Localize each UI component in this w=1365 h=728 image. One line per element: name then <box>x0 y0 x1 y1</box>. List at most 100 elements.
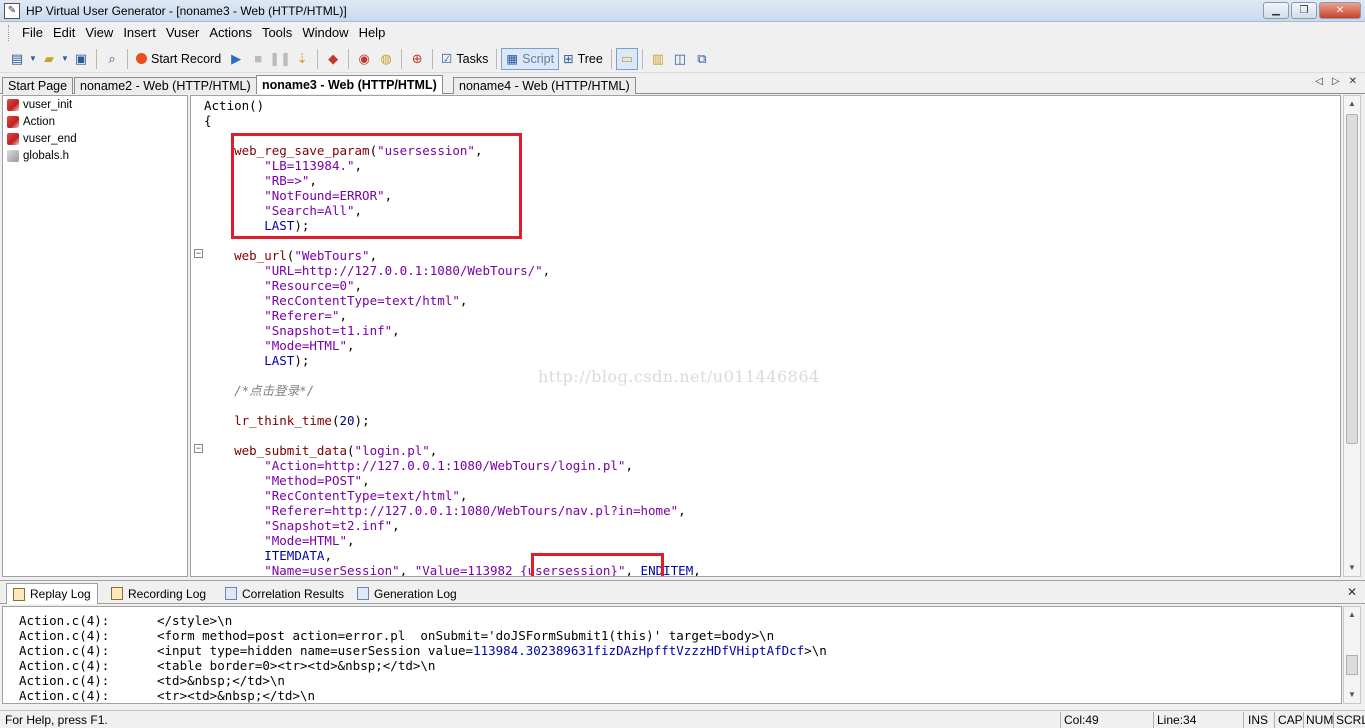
code-line: "RecContentType=text/html", <box>264 293 468 308</box>
scroll-down-icon[interactable]: ▼ <box>1344 560 1360 576</box>
start-record-button[interactable]: Start Record <box>132 48 225 70</box>
tree-item-action[interactable]: Action <box>3 113 187 130</box>
find-icon[interactable]: ⌕ <box>101 48 123 70</box>
tab-noname2[interactable]: noname2 - Web (HTTP/HTML) <box>74 77 257 94</box>
status-ins: INS <box>1248 713 1269 727</box>
open-folder-icon[interactable]: ▰ <box>38 48 60 70</box>
tree-item-label: vuser_end <box>23 132 77 145</box>
log-line: Action.c(4): <table border=0><tr><td>&nbs… <box>19 658 436 673</box>
new-script-icon[interactable]: ▤ <box>6 48 28 70</box>
tasks-icon: ☑ <box>441 52 453 66</box>
log-line: Action.c(4): <td>&nbsp;</td>\n <box>19 673 285 688</box>
compare-icon[interactable]: ◫ <box>669 48 691 70</box>
tab-start-page[interactable]: Start Page <box>2 77 74 94</box>
status-column: Col:49 <box>1064 713 1099 727</box>
scrollbar-thumb[interactable] <box>1346 655 1358 675</box>
status-cap: CAP <box>1278 713 1303 727</box>
scroll-up-icon[interactable]: ▲ <box>1344 607 1360 623</box>
menu-grip <box>8 25 11 41</box>
menu-view[interactable]: View <box>80 23 118 43</box>
code-line: LAST); <box>264 353 310 368</box>
code-line: "Snapshot=t1.inf", <box>264 323 400 338</box>
code-line: "RecContentType=text/html", <box>264 488 468 503</box>
menu-vuser[interactable]: Vuser <box>161 23 204 43</box>
tree-item-vuser-end[interactable]: vuser_end <box>3 130 187 147</box>
log-icon <box>13 587 25 601</box>
menu-file[interactable]: File <box>17 23 48 43</box>
status-num: NUM <box>1306 713 1334 727</box>
scroll-down-icon[interactable]: ▼ <box>1344 687 1360 703</box>
script-icon: ▦ <box>506 52 519 66</box>
editor-vertical-scrollbar[interactable]: ▲ ▼ <box>1343 95 1361 577</box>
code-line: "URL=http://127.0.0.1:1080/WebTours/", <box>264 263 551 278</box>
code-line: "Mode=HTML", <box>264 338 355 353</box>
save-icon[interactable]: ▣ <box>70 48 92 70</box>
minimize-button[interactable]: ▁ <box>1263 2 1289 19</box>
tab-replay-log[interactable]: Replay Log <box>6 583 98 604</box>
tab-noname3[interactable]: noname3 - Web (HTTP/HTML) <box>256 75 443 94</box>
menu-tools[interactable]: Tools <box>257 23 297 43</box>
stop-icon[interactable]: ■ <box>247 48 269 70</box>
breakpoint-icon[interactable]: ◉ <box>353 48 375 70</box>
tab-scroll-left-icon[interactable]: ◁ <box>1315 76 1323 87</box>
tree-item-label: vuser_init <box>23 98 73 111</box>
tab-recording-log[interactable]: Recording Log <box>104 583 213 604</box>
collapse-icon[interactable]: − <box>194 444 203 453</box>
tab-close-icon[interactable]: ✕ <box>1349 76 1357 87</box>
bookmark-icon[interactable]: ◍ <box>375 48 397 70</box>
code-line: web_submit_data("login.pl", <box>234 443 438 458</box>
header-file-icon <box>7 149 19 162</box>
close-output-icon[interactable]: ✕ <box>1347 585 1357 599</box>
tab-generation-log[interactable]: Generation Log <box>350 583 464 604</box>
menu-insert[interactable]: Insert <box>118 23 161 43</box>
log-vertical-scrollbar[interactable]: ▲ ▼ <box>1343 606 1361 704</box>
tree-item-vuser-init[interactable]: vuser_init <box>3 96 187 113</box>
output-pane-icon[interactable]: ▭ <box>615 47 638 70</box>
code-line: { <box>204 113 212 128</box>
step-icon[interactable]: ⇣ <box>291 48 313 70</box>
tree-item-label: globals.h <box>23 149 70 162</box>
tree-view-button[interactable]: ⊞ Tree <box>559 48 607 70</box>
log-line: Action.c(4): <tr><td>&nbsp;</td>\n <box>19 688 316 703</box>
tab-correlation-results[interactable]: Correlation Results <box>218 583 351 604</box>
code-line: "Referer=", <box>264 308 348 323</box>
menu-edit[interactable]: Edit <box>48 23 80 43</box>
menu-actions[interactable]: Actions <box>204 23 257 43</box>
tab-noname4[interactable]: noname4 - Web (HTTP/HTML) <box>453 77 636 94</box>
scrollbar-thumb[interactable] <box>1346 114 1358 444</box>
snapshot-icon[interactable]: ▥ <box>647 48 669 70</box>
replay-log-output[interactable]: Action.c(4): </style>\n Action.c(4): <form… <box>2 606 1342 704</box>
code-line: "Method=POST", <box>264 473 370 488</box>
tree-item-globals[interactable]: globals.h <box>3 147 187 164</box>
close-button[interactable]: ✕ <box>1319 2 1361 19</box>
code-line: "Mode=HTML", <box>264 533 355 548</box>
tab-scroll-right-icon[interactable]: ▷ <box>1332 76 1340 87</box>
action-icon <box>7 115 19 128</box>
title-bar: ✎ HP Virtual User Generator - [noname3 -… <box>0 0 1365 22</box>
compile-icon[interactable]: ◆ <box>322 48 344 70</box>
menu-bar: File Edit View Insert Vuser Actions Tool… <box>0 22 1365 44</box>
pause-icon[interactable]: ❚❚ <box>269 48 291 70</box>
highlight-box-usersession <box>531 553 664 576</box>
windows-icon[interactable]: ⧉ <box>691 48 713 70</box>
menu-help[interactable]: Help <box>354 23 391 43</box>
run-icon[interactable]: ▶ <box>225 48 247 70</box>
transaction-icon[interactable]: ⊕ <box>406 48 428 70</box>
code-line: "Referer=http://127.0.0.1:1080/WebTours/… <box>264 503 686 518</box>
script-editor[interactable]: − − Action() { web_reg_save_param("users… <box>190 95 1341 577</box>
log-line: Action.c(4): </style>\n <box>19 613 233 628</box>
status-bar: For Help, press F1. Col:49 Line:34 INS C… <box>0 710 1365 728</box>
collapse-icon[interactable]: − <box>194 249 203 258</box>
dropdown-arrow-icon[interactable]: ▼ <box>28 48 38 70</box>
scroll-up-icon[interactable]: ▲ <box>1344 96 1360 112</box>
pencil-app-icon: ✎ <box>4 2 20 19</box>
action-tree-panel: vuser_init Action vuser_end globals.h <box>2 95 188 577</box>
menu-window[interactable]: Window <box>297 23 353 43</box>
record-icon <box>136 53 147 64</box>
dropdown-arrow-icon[interactable]: ▼ <box>60 48 70 70</box>
log-line: Action.c(4): <input type=hidden name=user… <box>19 643 827 658</box>
restore-button[interactable]: ❐ <box>1291 2 1317 19</box>
tasks-button[interactable]: ☑ Tasks <box>437 48 492 70</box>
script-view-button[interactable]: ▦ Script <box>501 47 560 70</box>
code-line: Action() <box>204 98 265 113</box>
